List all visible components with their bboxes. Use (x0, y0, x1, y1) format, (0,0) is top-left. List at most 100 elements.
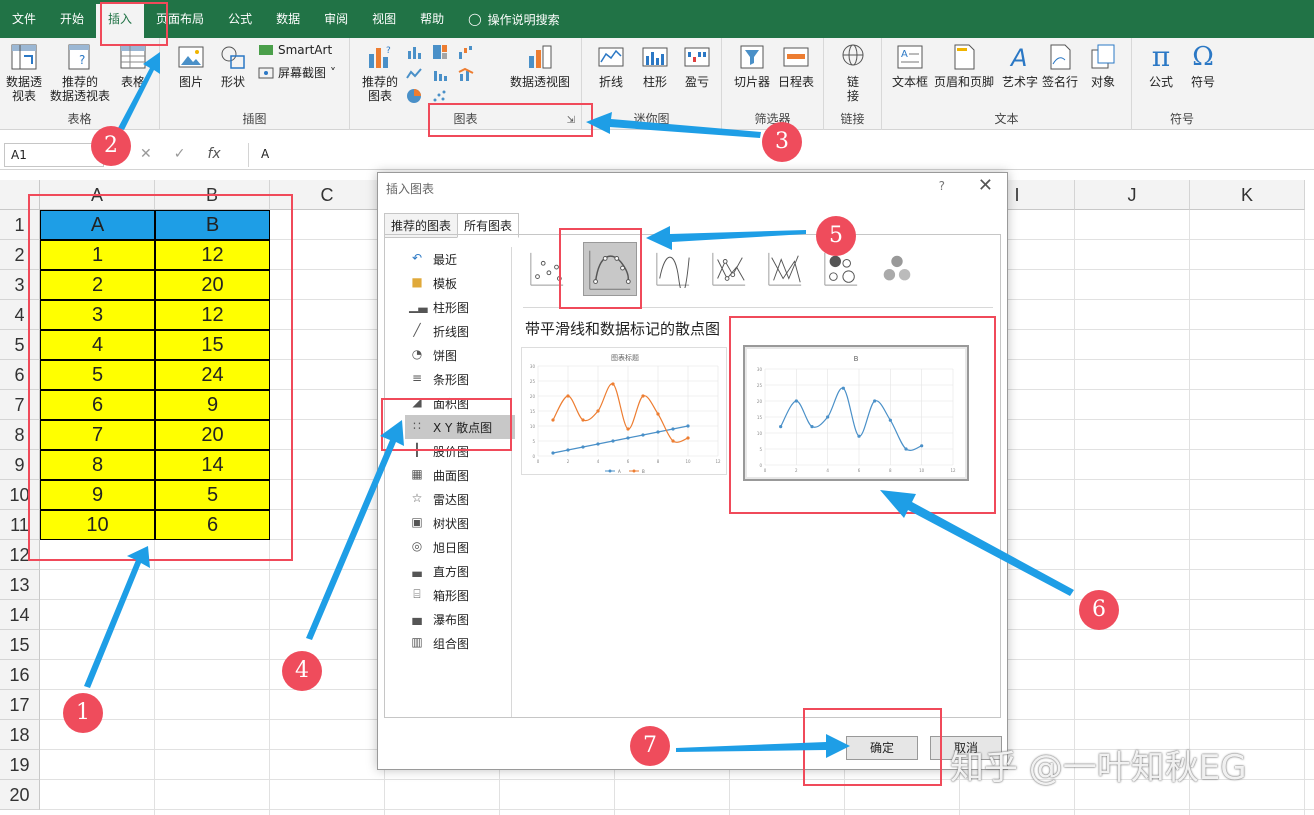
y-tick-label: 30 (530, 364, 536, 369)
omega-icon: Ω (1192, 42, 1214, 72)
menu-data[interactable]: 数据 (264, 0, 312, 38)
chart-category-item[interactable]: ≡ 条形图 (405, 367, 515, 391)
name-box[interactable]: A1 (4, 143, 104, 167)
sparkline-column-button[interactable]: 柱形 (640, 42, 670, 89)
scatter-straight-lines-icon[interactable] (765, 249, 805, 289)
scatter-smooth-lines-icon[interactable] (653, 249, 693, 289)
menu-home[interactable]: 开始 (48, 0, 96, 38)
smartart-label: SmartArt (278, 43, 333, 57)
scatter-chart-icon[interactable] (432, 88, 448, 104)
close-icon[interactable]: ✕ (978, 175, 993, 196)
pivot-chart-button[interactable]: 数据透视图 (510, 42, 570, 89)
pie-chart-icon[interactable] (406, 88, 422, 104)
slicer-button[interactable]: 切片器 (734, 42, 770, 89)
line-chart-icon[interactable] (406, 66, 422, 82)
sparkline-winloss-button[interactable]: 盈亏 (682, 42, 712, 89)
hierarchy-chart-icon[interactable] (432, 44, 448, 60)
object-button[interactable]: 对象 (1088, 42, 1118, 89)
chart-category-item[interactable]: ◔ 饼图 (405, 343, 515, 367)
signature-label: 签名行 (1042, 75, 1079, 89)
recommended-charts-button[interactable]: ? 推荐的 图表 (362, 42, 398, 103)
textbox-icon: A (897, 45, 923, 69)
shapes-button[interactable]: 形状 (218, 42, 248, 89)
row-header[interactable]: 13 (0, 570, 40, 600)
row-header[interactable]: 20 (0, 780, 40, 810)
formula-icons: ✕ ✓ fx (140, 146, 221, 162)
link-label: 链 接 (846, 75, 859, 103)
menu-formulas[interactable]: 公式 (216, 0, 264, 38)
chart-category-item[interactable]: ▃ 直方图 (405, 559, 515, 583)
pivot-table-button[interactable]: 数据透 视表 (6, 42, 42, 103)
x-tick-label: 4 (597, 459, 600, 464)
stats-chart-icon[interactable] (432, 66, 448, 82)
chart-category-item[interactable]: ▣ 树状图 (405, 511, 515, 535)
chart-category-item[interactable]: ▄ 瀑布图 (405, 607, 515, 631)
picture-button[interactable]: 图片 (176, 42, 206, 89)
chart-category-label: 饼图 (433, 348, 458, 363)
menu-help[interactable]: 帮助 (408, 0, 456, 38)
recommended-pivot-label: 推荐的 数据透视表 (50, 75, 111, 103)
chart-category-item[interactable]: ▥ 组合图 (405, 631, 515, 655)
combo-chart-icon[interactable] (458, 66, 474, 82)
chart-category-item[interactable]: ◎ 旭日图 (405, 535, 515, 559)
header-footer-icon (954, 44, 975, 70)
header-footer-button[interactable]: 页眉和页脚 (934, 42, 994, 89)
data-point (626, 427, 630, 431)
cancel-icon[interactable]: ✕ (140, 146, 152, 162)
textbox-button[interactable]: A 文本框 (892, 42, 928, 89)
chart-category-item[interactable]: ⌸ 箱形图 (405, 583, 515, 607)
treemap-icon: ▣ (411, 515, 423, 529)
smartart-button[interactable]: SmartArt (258, 42, 332, 58)
row-header[interactable]: 16 (0, 660, 40, 690)
timeline-button[interactable]: 日程表 (778, 42, 814, 89)
radar-chart-icon: ☆ (411, 491, 423, 505)
waterfall-chart-icon[interactable] (458, 44, 474, 60)
watermark: 知乎 @一叶知秋EG (950, 748, 1247, 788)
column-chart-icon[interactable] (406, 44, 422, 60)
sparkline-line-button[interactable]: 折线 (596, 42, 626, 89)
menu-file[interactable]: 文件 (0, 0, 48, 38)
chart-category-item[interactable]: ↶ 最近 (405, 247, 515, 271)
fx-icon[interactable]: fx (207, 146, 220, 162)
column-header[interactable]: J (1075, 180, 1190, 210)
chart-category-item[interactable]: ▦ 曲面图 (405, 463, 515, 487)
chart-category-item[interactable]: ▁▃ 柱形图 (405, 295, 515, 319)
wordart-button[interactable]: A 艺术字 (1002, 42, 1038, 89)
series-line (552, 425, 689, 454)
row-header[interactable]: 18 (0, 720, 40, 750)
row-header[interactable]: 19 (0, 750, 40, 780)
link-button[interactable]: 链 接 (838, 42, 868, 103)
bubble-3d-icon[interactable] (877, 249, 917, 289)
data-point (596, 442, 600, 446)
help-icon[interactable]: ? (939, 179, 945, 193)
row-header[interactable]: 14 (0, 600, 40, 630)
table-button[interactable]: 表格 (118, 42, 148, 89)
badge-7: 7 (630, 726, 670, 766)
chart-preview-1[interactable]: 图表标题 0 5 10 15 20 25 30 0 2 4 6 8 10 12 A B (521, 347, 727, 475)
signature-button[interactable]: 签名行 (1042, 42, 1078, 89)
row-header[interactable]: 15 (0, 630, 40, 660)
menu-view[interactable]: 视图 (360, 0, 408, 38)
data-point (686, 436, 690, 440)
chart-category-label: 旭日图 (433, 540, 470, 555)
badge-4: 4 (282, 651, 322, 691)
equation-button[interactable]: π 公式 (1146, 42, 1176, 90)
screenshot-button[interactable]: 屏幕截图 ˅ (258, 64, 336, 81)
timeline-label: 日程表 (778, 75, 815, 89)
chart-category-item[interactable]: ☆ 雷达图 (405, 487, 515, 511)
histogram-icon: ▃ (412, 563, 422, 577)
scatter-straight-markers-icon[interactable] (709, 249, 749, 289)
picture-label: 图片 (178, 75, 203, 89)
badge-2: 2 (91, 126, 131, 166)
symbol-button[interactable]: Ω 符号 (1188, 42, 1218, 89)
recommended-pivot-button[interactable]: ? 推荐的 数据透视表 (50, 42, 110, 103)
row-header[interactable]: 17 (0, 690, 40, 720)
chart-category-item[interactable]: ╱ 折线图 (405, 319, 515, 343)
tell-me-search[interactable]: ◯ 操作说明搜索 (456, 11, 559, 28)
chart-category-item[interactable]: ■ 模板 (405, 271, 515, 295)
confirm-icon[interactable]: ✓ (174, 146, 186, 162)
menu-review[interactable]: 审阅 (312, 0, 360, 38)
data-point (671, 427, 675, 431)
data-point (611, 382, 615, 386)
column-header[interactable]: K (1190, 180, 1305, 210)
